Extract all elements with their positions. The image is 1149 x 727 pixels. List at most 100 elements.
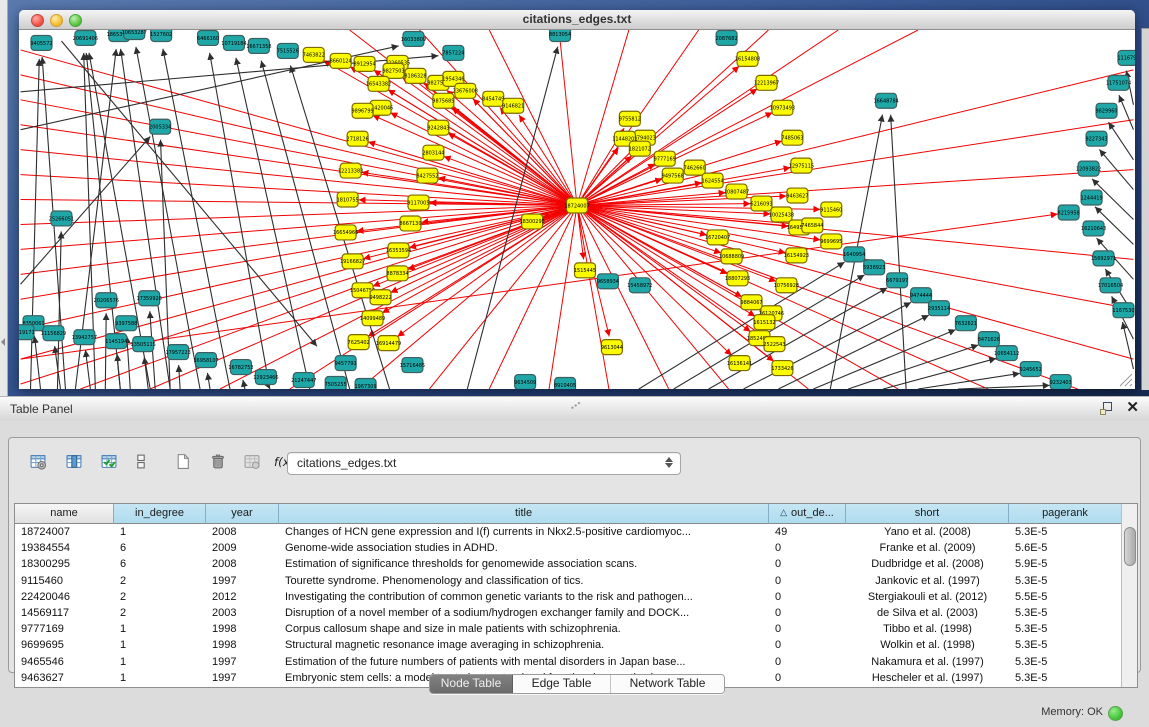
table-cell[interactable]: Yano et al. (2008) (846, 524, 1009, 540)
graph-node[interactable]: 2005334 (149, 119, 171, 134)
table-cell[interactable]: Jankovic et al. (1997) (846, 573, 1009, 589)
tab-network-table[interactable]: Network Table (611, 675, 724, 693)
graph-node[interactable]: 9242843 (427, 120, 449, 135)
graph-node[interactable]: 12213967 (754, 75, 779, 90)
graph-node[interactable]: 16720407 (705, 230, 730, 245)
graph-node[interactable]: 10688809 (719, 249, 744, 264)
table-cell[interactable]: Structural magnetic resonance image aver… (279, 637, 769, 653)
graph-node[interactable]: 9497568 (662, 168, 684, 183)
graph-node[interactable]: 9777169 (654, 151, 676, 166)
table-cell[interactable]: 0 (769, 670, 846, 686)
table-mode-icon[interactable] (27, 451, 49, 471)
graph-node[interactable]: 16671358 (246, 38, 271, 53)
table-cell[interactable]: 1 (114, 654, 206, 670)
graph-node[interactable]: 8912954 (354, 56, 376, 71)
graph-node[interactable]: 16136141 (727, 356, 752, 371)
graph-node[interactable]: 1640954 (843, 247, 865, 262)
tab-edge-table[interactable]: Edge Table (513, 675, 611, 693)
table-cell[interactable]: 2 (114, 589, 206, 605)
memory-status-icon[interactable] (1108, 706, 1123, 721)
table-cell[interactable]: Franke et al. (2009) (846, 540, 1009, 556)
table-row[interactable]: 969969511998Structural magnetic resonanc… (15, 637, 1122, 653)
graph-node[interactable]: 2522543 (763, 337, 785, 352)
table-cell[interactable]: 9699695 (15, 637, 114, 653)
table-cell[interactable]: Hescheler et al. (1997) (846, 670, 1009, 686)
graph-node[interactable]: 1733426 (771, 361, 793, 376)
table-cell[interactable]: 0 (769, 589, 846, 605)
table-cell[interactable]: 5.6E-5 (1009, 540, 1122, 556)
graph-node[interactable]: 8667130 (399, 216, 421, 231)
table-vertical-scrollbar[interactable] (1121, 504, 1137, 687)
table-cell[interactable]: 0 (769, 573, 846, 589)
graph-node[interactable]: 9896799 (352, 103, 374, 118)
graph-node[interactable]: 8813054 (549, 30, 571, 41)
table-cell[interactable]: 2009 (206, 540, 279, 556)
graph-node[interactable]: 9397588 (115, 316, 137, 331)
graph-node[interactable]: 10654112 (994, 346, 1019, 361)
table-cell[interactable]: 6 (114, 540, 206, 556)
table-row[interactable]: 1830029562008Estimation of significance … (15, 556, 1122, 572)
graph-node[interactable]: 1615132 (753, 315, 775, 330)
resize-grip-icon[interactable] (1119, 373, 1133, 387)
graph-node[interactable]: 1821072 (629, 141, 651, 156)
table-cell[interactable]: Estimation of significance thresholds fo… (279, 556, 769, 572)
graph-node[interactable]: 16543382 (366, 76, 391, 91)
graph-node[interactable]: 9919171 (19, 325, 35, 340)
graph-node[interactable]: 20206576 (94, 293, 119, 308)
table-cell[interactable]: 0 (769, 637, 846, 653)
table-cell[interactable]: 22420046 (15, 589, 114, 605)
graph-node[interactable]: 5938923 (863, 260, 885, 275)
graph-node[interactable]: 14099489 (360, 311, 385, 326)
graph-node[interactable]: 6679197 (886, 273, 908, 288)
table-cell[interactable]: 1 (114, 621, 206, 637)
graph-node[interactable]: 12975115 (789, 158, 814, 173)
graph-node[interactable]: 9405572 (30, 35, 52, 50)
column-header-indegree[interactable]: in_degree (114, 504, 206, 524)
graph-node[interactable]: 1810755 (337, 192, 359, 207)
table-cell[interactable]: Nakamura et al. (1997) (846, 654, 1009, 670)
graph-node[interactable]: 15716485 (400, 358, 425, 373)
close-panel-icon[interactable]: ✕ (1126, 400, 1139, 416)
graph-node[interactable]: 8471626 (978, 332, 1000, 347)
graph-node[interactable]: 1967309 (355, 379, 377, 389)
table-cell[interactable]: 5.3E-5 (1009, 573, 1122, 589)
graph-node[interactable]: 19166827 (340, 254, 365, 269)
table-cell[interactable]: 5.3E-5 (1009, 524, 1122, 540)
graph-node[interactable]: 1167530 (1112, 303, 1134, 318)
table-cell[interactable]: 9115460 (15, 573, 114, 589)
graph-node[interactable]: 16033809 (401, 31, 426, 46)
graph-node[interactable]: 8427552 (416, 168, 438, 183)
graph-node[interactable]: 7515526 (277, 43, 299, 58)
table-cell[interactable]: 2008 (206, 524, 279, 540)
graph-node[interactable]: 9115460 (820, 202, 842, 217)
table-row[interactable]: 1456911722003Disruption of a novel membe… (15, 605, 1122, 621)
table-cell[interactable]: 18300295 (15, 556, 114, 572)
graph-node[interactable]: 9755812 (619, 111, 641, 126)
column-header-year[interactable]: year (206, 504, 279, 524)
table-cell[interactable]: 1997 (206, 573, 279, 589)
table-cell[interactable]: 9465546 (15, 654, 114, 670)
table-cell[interactable]: 1998 (206, 621, 279, 637)
table-cell[interactable]: 5.3E-5 (1009, 605, 1122, 621)
column-header-title[interactable]: title (279, 504, 769, 524)
splitter-collapse-icon[interactable] (1, 338, 5, 346)
table-cell[interactable]: 6 (114, 556, 206, 572)
graph-node[interactable]: 10973493 (770, 100, 795, 115)
graph-node[interactable]: 18300295 (519, 214, 544, 229)
import-table-icon[interactable] (241, 451, 263, 471)
graph-node[interactable]: 9117005 (407, 195, 429, 210)
graph-node[interactable]: 17957223 (165, 345, 190, 360)
table-cell[interactable]: 5.3E-5 (1009, 654, 1122, 670)
left-splitter[interactable] (0, 0, 8, 396)
graph-node[interactable]: 7505255 (325, 377, 347, 389)
graph-node[interactable]: 9463627 (786, 188, 808, 203)
table-row[interactable]: 946554611997Estimation of the future num… (15, 654, 1122, 670)
graph-node[interactable]: 16914479 (376, 336, 401, 351)
table-cell[interactable]: 5.3E-5 (1009, 621, 1122, 637)
table-cell[interactable]: Disruption of a novel member of a sodium… (279, 605, 769, 621)
table-cell[interactable]: Tourette syndrome. Phenomenology and cla… (279, 573, 769, 589)
table-cell[interactable]: Corpus callosum shape and size in male p… (279, 621, 769, 637)
column-header-short[interactable]: short (846, 504, 1009, 524)
show-column-icon[interactable] (63, 451, 85, 471)
table-row[interactable]: 911546021997Tourette syndrome. Phenomeno… (15, 573, 1122, 589)
